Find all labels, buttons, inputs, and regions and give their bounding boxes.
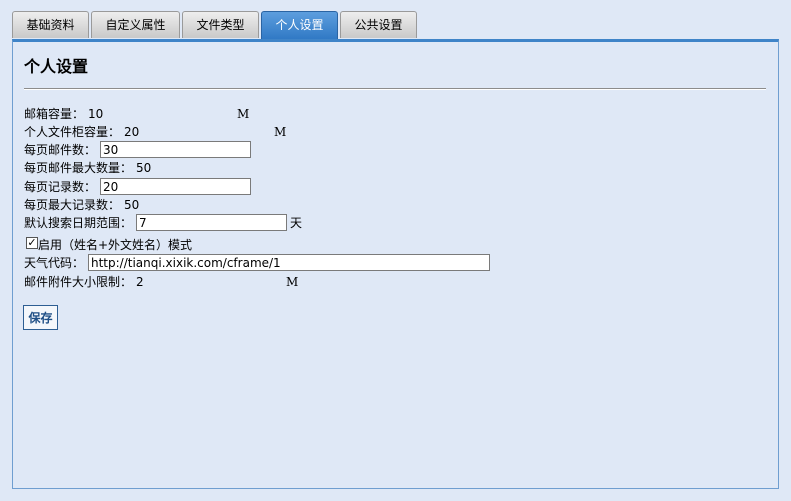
max-records-per-page-row: 每页最大记录数： 50 bbox=[24, 196, 139, 214]
max-mails-per-page-value: 50 bbox=[136, 161, 152, 175]
mails-per-page-label: 每页邮件数： bbox=[24, 143, 97, 157]
attachment-limit-label: 邮件附件大小限制： bbox=[24, 275, 133, 289]
attachment-limit-row: 邮件附件大小限制： 2 M bbox=[24, 273, 298, 291]
enable-name-mode-label: 启用（姓名+外文姓名）模式 bbox=[38, 238, 193, 252]
records-per-page-row: 每页记录数： bbox=[24, 178, 251, 196]
tab-file-types[interactable]: 文件类型 bbox=[182, 11, 259, 38]
cabinet-capacity-value: 20 bbox=[124, 125, 140, 139]
title-divider bbox=[24, 88, 766, 90]
max-records-per-page-value: 50 bbox=[124, 198, 140, 212]
attachment-limit-value: 2 bbox=[136, 275, 144, 289]
cabinet-capacity-label: 个人文件柜容量： bbox=[24, 125, 121, 139]
page-title: 个人设置 bbox=[24, 57, 89, 76]
max-mails-per-page-label: 每页邮件最大数量： bbox=[24, 161, 133, 175]
mailbox-capacity-unit: M bbox=[237, 107, 250, 121]
settings-panel: 个人设置 邮箱容量： 10 M 个人文件柜容量： 20 M 每页邮件数： 每页邮… bbox=[12, 39, 779, 489]
mailbox-capacity-row: 邮箱容量： 10 M bbox=[24, 105, 249, 123]
cabinet-capacity-unit: M bbox=[274, 125, 287, 139]
records-per-page-label: 每页记录数： bbox=[24, 180, 97, 194]
default-search-range-label: 默认搜索日期范围： bbox=[24, 216, 133, 230]
records-per-page-input[interactable] bbox=[100, 178, 251, 195]
max-mails-per-page-row: 每页邮件最大数量： 50 bbox=[24, 159, 151, 177]
save-button[interactable]: 保存 bbox=[23, 305, 58, 330]
weather-code-row: 天气代码： bbox=[24, 254, 490, 272]
weather-code-label: 天气代码： bbox=[24, 256, 85, 270]
mailbox-capacity-label: 邮箱容量： bbox=[24, 107, 85, 121]
mails-per-page-input[interactable] bbox=[100, 141, 251, 158]
attachment-limit-unit: M bbox=[286, 275, 299, 289]
mailbox-capacity-value: 10 bbox=[88, 107, 104, 121]
mails-per-page-row: 每页邮件数： bbox=[24, 141, 251, 159]
weather-code-input[interactable] bbox=[88, 254, 490, 271]
max-records-per-page-label: 每页最大记录数： bbox=[24, 198, 121, 212]
default-search-range-input[interactable] bbox=[136, 214, 287, 231]
tab-basic-info[interactable]: 基础资料 bbox=[12, 11, 89, 38]
default-search-range-unit: 天 bbox=[290, 216, 303, 230]
tab-personal-settings[interactable]: 个人设置 bbox=[261, 11, 338, 40]
default-search-range-row: 默认搜索日期范围： 天 bbox=[24, 214, 302, 232]
tab-public-settings[interactable]: 公共设置 bbox=[340, 11, 417, 38]
cabinet-capacity-row: 个人文件柜容量： 20 M bbox=[24, 123, 286, 141]
tab-custom-attributes[interactable]: 自定义属性 bbox=[91, 11, 180, 38]
enable-name-mode-checkbox[interactable]: ✓ bbox=[26, 237, 38, 249]
